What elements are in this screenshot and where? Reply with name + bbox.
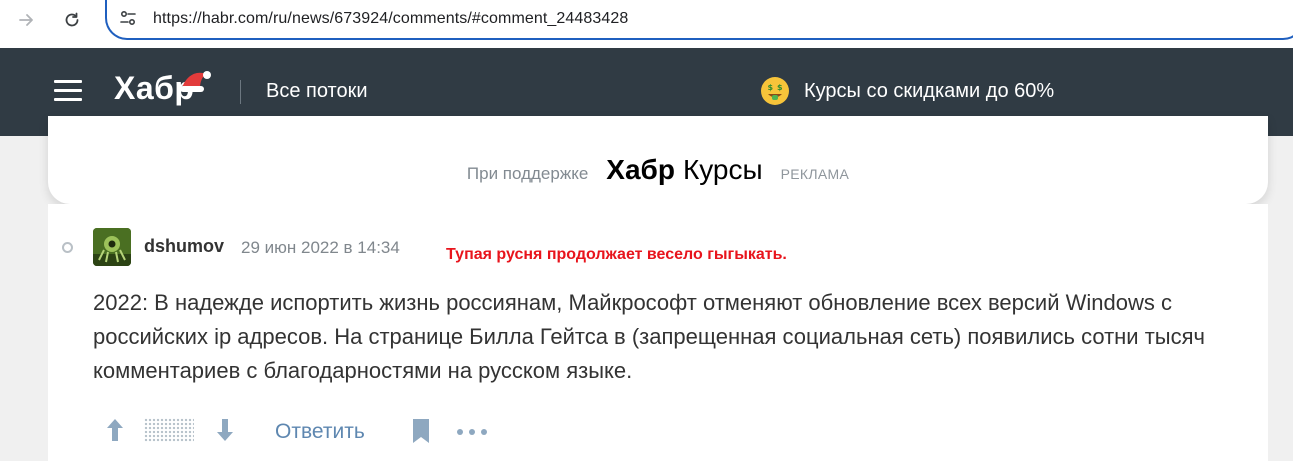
url-text[interactable]: https://habr.com/ru/news/673924/comments… [153, 10, 628, 28]
avatar[interactable] [93, 228, 131, 266]
santa-hat-icon [180, 71, 211, 92]
overlay-annotation: Тупая русня продолжает весело гыгыкать. [446, 246, 787, 263]
comment: dshumov 29 июн 2022 в 14:34 Тупая русня … [48, 204, 1268, 461]
sponsor-brand: Хабр [606, 154, 675, 185]
sponsor-banner[interactable]: При поддержке Хабр Курсы РЕКЛАМА [48, 116, 1268, 204]
thread-dot-icon[interactable] [62, 242, 73, 253]
arrow-forward-icon[interactable] [13, 6, 41, 34]
address-bar[interactable]: https://habr.com/ru/news/673924/comments… [105, 0, 1293, 40]
all-streams-link[interactable]: Все потоки [266, 80, 368, 103]
svg-text:$: $ [768, 83, 774, 92]
reply-button[interactable]: Ответить [275, 420, 365, 444]
more-icon[interactable] [456, 428, 488, 436]
comment-actions: Ответить [98, 412, 558, 448]
vote-score [144, 418, 194, 442]
bookmark-icon[interactable] [411, 418, 431, 444]
header-divider [240, 80, 241, 104]
vote-up-icon[interactable] [104, 416, 126, 444]
sponsor-brand-suffix: Курсы [682, 154, 763, 185]
comment-date[interactable]: 29 июн 2022 в 14:34 [241, 238, 400, 258]
browser-toolbar: https://habr.com/ru/news/673924/comments… [0, 0, 1293, 48]
svg-text:$: $ [777, 83, 783, 92]
sponsor-support-label: При поддержке [466, 164, 589, 183]
vote-down-icon[interactable] [214, 416, 236, 444]
comment-body: 2022: В надежде испортить жизнь россияна… [93, 290, 1205, 383]
money-face-emoji: $ $ [761, 77, 789, 105]
comment-author[interactable]: dshumov [144, 236, 224, 257]
site-settings-icon[interactable] [119, 9, 137, 27]
reload-icon[interactable] [58, 6, 86, 34]
promo-text[interactable]: Курсы со скидками до 60% [804, 80, 1054, 103]
courses-promo[interactable]: $ $ Курсы со скидками до 60% [760, 76, 1054, 106]
ad-label: РЕКЛАМА [780, 166, 850, 182]
hamburger-menu-icon[interactable] [54, 78, 82, 102]
